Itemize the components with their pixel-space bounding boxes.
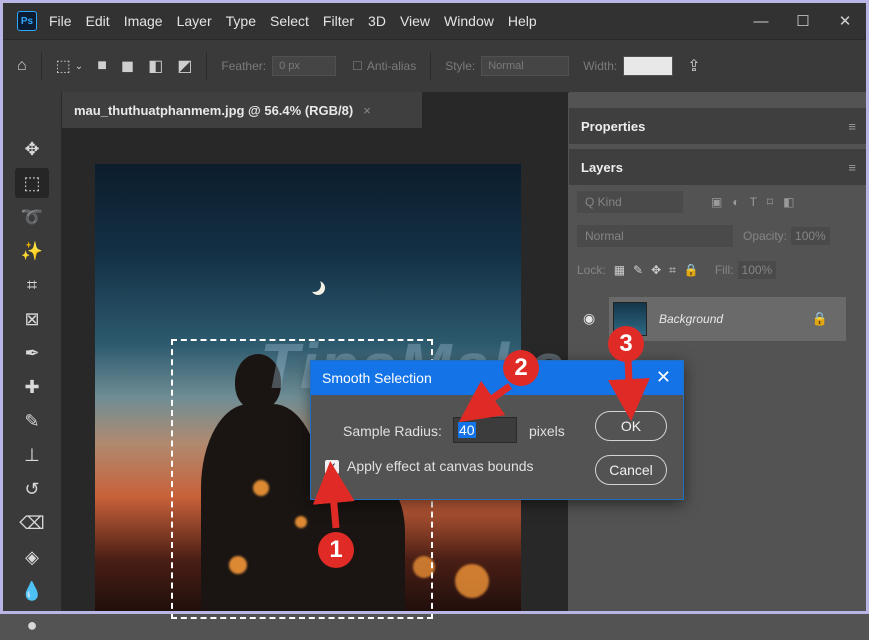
callout-3: 3 — [608, 326, 644, 362]
layer-filter-row: Q Kind ▣◐T⌑◧ — [569, 185, 866, 219]
close-tab-icon[interactable]: × — [363, 103, 371, 118]
apply-canvas-bounds-label: Apply effect at canvas bounds — [347, 458, 534, 474]
menu-edit[interactable]: Edit — [86, 13, 110, 29]
cancel-button[interactable]: Cancel — [595, 455, 667, 485]
options-bar: ⌂ ⬚ ⌄ ■ ◼ ◧ ◩ Feather: 0 px ☐ Anti-alias… — [3, 39, 866, 93]
lock-row: Lock: ▦✎✥⌗🔒 Fill: 100% — [569, 253, 866, 287]
feather-input[interactable]: 0 px — [272, 56, 337, 76]
document-area: mau_thuthuatphanmem.jpg @ 56.4% (RGB/8) … — [62, 92, 568, 619]
menu-bar: Ps File Edit Image Layer Type Select Fil… — [3, 3, 866, 39]
add-selection-icon[interactable]: ◼ — [121, 56, 134, 76]
antialias-label: Anti-alias — [366, 59, 417, 73]
panel-menu-icon[interactable]: ≡ — [848, 119, 856, 134]
visibility-eye-icon[interactable]: ◉ — [583, 310, 595, 327]
tab-properties[interactable]: Properties — [581, 119, 645, 134]
magic-wand-tool-icon[interactable]: ✨ — [15, 236, 49, 266]
marquee-preset-icon[interactable]: ⬚ — [56, 56, 71, 76]
menu-file[interactable]: File — [49, 13, 72, 29]
menu-type[interactable]: Type — [226, 13, 256, 29]
feather-label: Feather: — [221, 59, 267, 73]
ok-button[interactable]: OK — [595, 411, 667, 441]
bokeh-light — [455, 564, 489, 598]
callout-1: 1 — [318, 532, 354, 568]
crop-tool-icon[interactable]: ⌗ — [15, 270, 49, 300]
divider — [206, 52, 208, 80]
tools-panel: ✥ ⬚ ➰ ✨ ⌗ ⊠ ✒ ✚ ✎ ⊥ ↺ ⌫ ◈ 💧 ● — [3, 92, 62, 635]
new-selection-icon[interactable]: ■ — [97, 57, 107, 75]
maximize-button[interactable]: ☐ — [782, 3, 824, 39]
style-label: Style: — [445, 59, 476, 73]
dialog-titlebar: Smooth Selection ✕ — [311, 361, 683, 395]
menu-window[interactable]: Window — [444, 13, 494, 29]
rectangular-marquee-tool-icon[interactable]: ⬚ — [15, 168, 49, 198]
layer-background[interactable]: Background 🔒 — [609, 297, 846, 341]
width-input[interactable] — [623, 56, 674, 76]
share-icon[interactable]: ⇪ — [687, 56, 700, 76]
menu-help[interactable]: Help — [508, 13, 537, 29]
eraser-tool-icon[interactable]: ⌫ — [15, 508, 49, 538]
opacity-label: Opacity: — [743, 229, 788, 243]
apply-canvas-bounds-checkbox[interactable]: ✓ — [325, 460, 339, 474]
fill-label: Fill: — [714, 263, 734, 277]
brush-tool-icon[interactable]: ✎ — [15, 406, 49, 436]
sample-radius-value: 40 — [458, 422, 476, 438]
tab-layers[interactable]: Layers — [581, 160, 623, 175]
kind-filter-select[interactable]: Q Kind — [577, 191, 683, 213]
sample-radius-label: Sample Radius: — [343, 423, 442, 439]
divider — [430, 52, 432, 80]
close-button[interactable]: ✕ — [824, 3, 866, 39]
width-label: Width: — [583, 59, 618, 73]
style-select[interactable]: Normal — [481, 56, 570, 76]
subtract-selection-icon[interactable]: ◧ — [148, 56, 163, 76]
document-tab-title: mau_thuthuatphanmem.jpg @ 56.4% (RGB/8) — [74, 102, 354, 118]
lasso-tool-icon[interactable]: ➰ — [15, 202, 49, 232]
minimize-button[interactable]: — — [740, 3, 782, 39]
smooth-selection-dialog: Smooth Selection ✕ Sample Radius: 40 pix… — [310, 360, 684, 500]
moon-image — [307, 278, 321, 292]
dialog-title: Smooth Selection — [322, 370, 432, 386]
layer-filter-icons[interactable]: ▣◐T⌑◧ — [711, 195, 804, 209]
dodge-tool-icon[interactable]: ● — [15, 610, 49, 640]
fill-input[interactable]: 100% — [737, 261, 777, 279]
close-icon[interactable]: ✕ — [656, 367, 671, 388]
blend-row: Normal Opacity: 100% — [569, 219, 866, 253]
layer-name: Background — [659, 312, 724, 326]
menu-layer[interactable]: Layer — [177, 13, 212, 29]
paint-bucket-tool-icon[interactable]: ◈ — [15, 542, 49, 572]
antialias-checkbox-icon[interactable]: ☐ — [352, 59, 363, 73]
clone-stamp-tool-icon[interactable]: ⊥ — [15, 440, 49, 470]
eyedropper-tool-icon[interactable]: ✒ — [15, 338, 49, 368]
blur-tool-icon[interactable]: 💧 — [15, 576, 49, 606]
lock-label: Lock: — [577, 263, 606, 277]
menu-3d[interactable]: 3D — [368, 13, 386, 29]
blend-mode-select[interactable]: Normal — [577, 225, 733, 247]
history-brush-tool-icon[interactable]: ↺ — [15, 474, 49, 504]
home-icon[interactable]: ⌂ — [17, 57, 27, 75]
lock-icons[interactable]: ▦✎✥⌗🔒 — [614, 263, 707, 278]
callout-2: 2 — [503, 350, 539, 386]
chevron-down-icon[interactable]: ⌄ — [75, 61, 83, 72]
sample-radius-input[interactable]: 40 — [453, 417, 517, 443]
divider — [40, 52, 42, 80]
intersect-selection-icon[interactable]: ◩ — [177, 56, 192, 76]
opacity-input[interactable]: 100% — [791, 227, 830, 245]
document-tab[interactable]: mau_thuthuatphanmem.jpg @ 56.4% (RGB/8) … — [62, 92, 422, 128]
photoshop-logo-icon: Ps — [17, 11, 37, 31]
menu-select[interactable]: Select — [270, 13, 309, 29]
menu-view[interactable]: View — [400, 13, 430, 29]
panel-menu-icon[interactable]: ≡ — [848, 160, 856, 175]
healing-brush-tool-icon[interactable]: ✚ — [15, 372, 49, 402]
menu-filter[interactable]: Filter — [323, 13, 354, 29]
window-controls: — ☐ ✕ — [740, 3, 866, 39]
layers-panel-header: Layers ≡ — [569, 149, 866, 185]
move-tool-icon[interactable]: ✥ — [15, 134, 49, 164]
unit-label: pixels — [529, 423, 565, 439]
lock-icon: 🔒 — [811, 311, 828, 326]
properties-panel-header: Properties ≡ — [569, 108, 866, 144]
frame-tool-icon[interactable]: ⊠ — [15, 304, 49, 334]
menu-image[interactable]: Image — [124, 13, 163, 29]
